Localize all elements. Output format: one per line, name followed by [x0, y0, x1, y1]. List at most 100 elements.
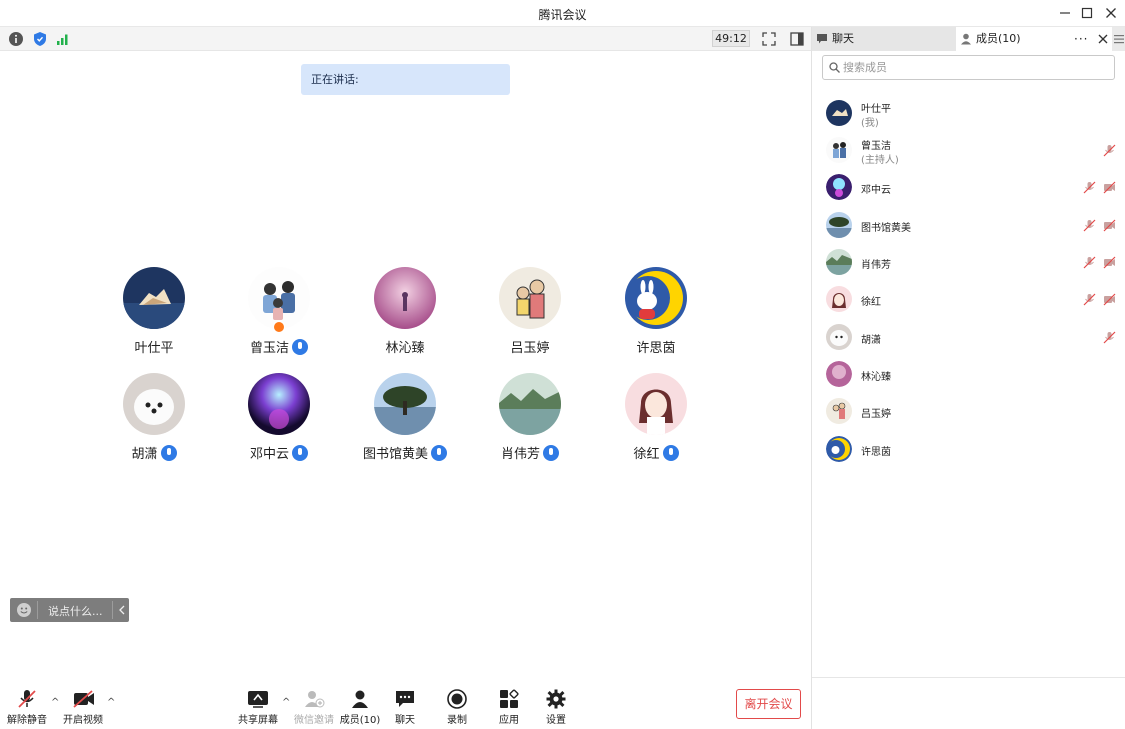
members-icon [352, 690, 368, 708]
avatar [826, 398, 852, 424]
unmute-button[interactable]: 解除静音 [0, 685, 54, 727]
participant-tile[interactable]: 许思茵 [593, 267, 719, 363]
signal-strength-icon[interactable] [55, 31, 71, 47]
avatar [826, 137, 852, 163]
meeting-timer: 49:12 [712, 30, 750, 47]
avatar [826, 174, 852, 200]
quick-chat-input[interactable]: 说点什么... [10, 598, 129, 622]
start-video-button[interactable]: 开启视频 [56, 685, 110, 727]
record-button[interactable]: 录制 [430, 685, 484, 727]
participant-tile[interactable]: 林沁臻 [342, 267, 468, 363]
maximize-button[interactable] [1077, 4, 1097, 22]
record-icon [447, 689, 467, 709]
more-options-icon[interactable]: ··· [1074, 27, 1088, 51]
video-off-icon [1103, 181, 1116, 194]
participant-name: 许思茵 [636, 341, 676, 356]
share-screen-button[interactable]: 共享屏幕 [231, 685, 285, 727]
meeting-info-strip: 49:12 [0, 27, 811, 51]
member-item[interactable]: 曾玉洁 (主持人) [812, 132, 1125, 168]
leave-meeting-button[interactable]: 离开会议 [736, 689, 801, 719]
emoji-icon [17, 603, 31, 617]
settings-button[interactable]: 设置 [529, 685, 583, 727]
avatar [625, 267, 687, 329]
participant-name: 图书馆黄美 [342, 443, 468, 462]
video-options-chevron-icon[interactable]: ^ [107, 697, 117, 708]
avatar [826, 436, 852, 462]
avatar [826, 361, 852, 387]
avatar [248, 267, 310, 329]
close-button[interactable] [1101, 4, 1121, 22]
toggle-sidebar-icon[interactable] [789, 31, 805, 47]
participant-tile[interactable]: 吕玉婷 [467, 267, 593, 363]
tab-members[interactable]: 成员(10) ··· [956, 27, 1112, 51]
security-shield-icon[interactable] [32, 31, 48, 47]
participant-tile[interactable]: 图书馆黄美 [342, 373, 468, 469]
avatar [826, 100, 852, 126]
participant-name: 胡潇 [91, 443, 217, 462]
avatar [374, 373, 436, 435]
fullscreen-icon[interactable] [761, 31, 777, 47]
mic-muted-icon [1083, 256, 1096, 269]
participant-tile[interactable]: 叶仕平 [91, 267, 217, 363]
member-search-input[interactable]: 搜索成员 [822, 55, 1115, 80]
search-icon [829, 62, 840, 73]
chat-icon [817, 34, 827, 44]
minimize-button[interactable] [1055, 4, 1075, 22]
hamburger-icon [1114, 35, 1124, 44]
mic-active-icon [431, 445, 447, 461]
tab-chat[interactable]: 聊天 [812, 27, 956, 51]
participant-tile[interactable]: 胡潇 [91, 373, 217, 469]
mic-active-icon [292, 445, 308, 461]
invite-user-icon [305, 691, 325, 708]
participant-tile[interactable]: 邓中云 [216, 373, 342, 469]
chat-button[interactable]: 聊天 [378, 685, 432, 727]
mic-muted-icon [1083, 293, 1096, 306]
close-panel-icon[interactable] [1098, 34, 1108, 44]
member-item[interactable]: 邓中云 [812, 169, 1125, 205]
window-title: 腾讯会议 [538, 8, 587, 22]
meeting-area: 49:12 正在讲话: 叶仕平 曾玉洁 林沁臻 吕玉婷 许思茵 胡潇 邓中云 图… [0, 27, 811, 729]
maximize-icon [1081, 7, 1093, 19]
participant-tile[interactable]: 徐红 [593, 373, 719, 469]
panel-menu-button[interactable] [1112, 27, 1125, 51]
collapse-chevron-icon [119, 605, 125, 615]
mic-active-icon [160, 445, 177, 461]
speaking-indicator: 正在讲话: [301, 64, 510, 95]
apps-icon [500, 689, 519, 708]
member-item[interactable]: 徐红 [812, 281, 1125, 317]
avatar [499, 267, 561, 329]
participant-tile[interactable]: 曾玉洁 [216, 267, 342, 363]
participant-name: 叶仕平 [134, 341, 174, 356]
members-icon [961, 33, 971, 45]
participant-name: 徐红 [593, 443, 719, 462]
participant-name: 邓中云 [216, 443, 342, 462]
avatar [826, 212, 852, 238]
avatar [499, 373, 561, 435]
info-icon[interactable] [8, 31, 24, 47]
member-item[interactable]: 许思茵 [812, 431, 1125, 467]
share-screen-icon [248, 691, 268, 708]
video-off-icon [73, 690, 94, 708]
participant-name: 曾玉洁 [216, 337, 342, 356]
video-off-icon [1103, 219, 1116, 232]
member-item[interactable]: 林沁臻 [812, 356, 1125, 392]
member-item[interactable]: 叶仕平 (我) [812, 95, 1125, 131]
video-off-icon [1103, 256, 1116, 269]
member-item[interactable]: 胡潇 [812, 319, 1125, 355]
participant-tile[interactable]: 肖伟芳 [467, 373, 593, 469]
video-off-icon [1103, 293, 1116, 306]
bottom-toolbar: 解除静音 ^ 开启视频 ^ 共享屏幕 ^ 微信邀请 成员(10) 聊天 录制 应… [0, 679, 811, 729]
member-item[interactable]: 图书馆黄美 [812, 207, 1125, 243]
avatar [826, 286, 852, 312]
apps-button[interactable]: 应用 [482, 685, 536, 727]
mic-muted-icon [1083, 181, 1096, 194]
avatar [248, 373, 310, 435]
minimize-icon [1060, 12, 1070, 14]
mic-muted-icon [1103, 144, 1116, 157]
member-item[interactable]: 肖伟芳 [812, 244, 1125, 280]
mic-active-icon [292, 339, 308, 355]
mic-active-icon [543, 445, 559, 461]
close-icon [1106, 8, 1116, 18]
avatar [123, 267, 185, 329]
member-item[interactable]: 吕玉婷 [812, 393, 1125, 429]
